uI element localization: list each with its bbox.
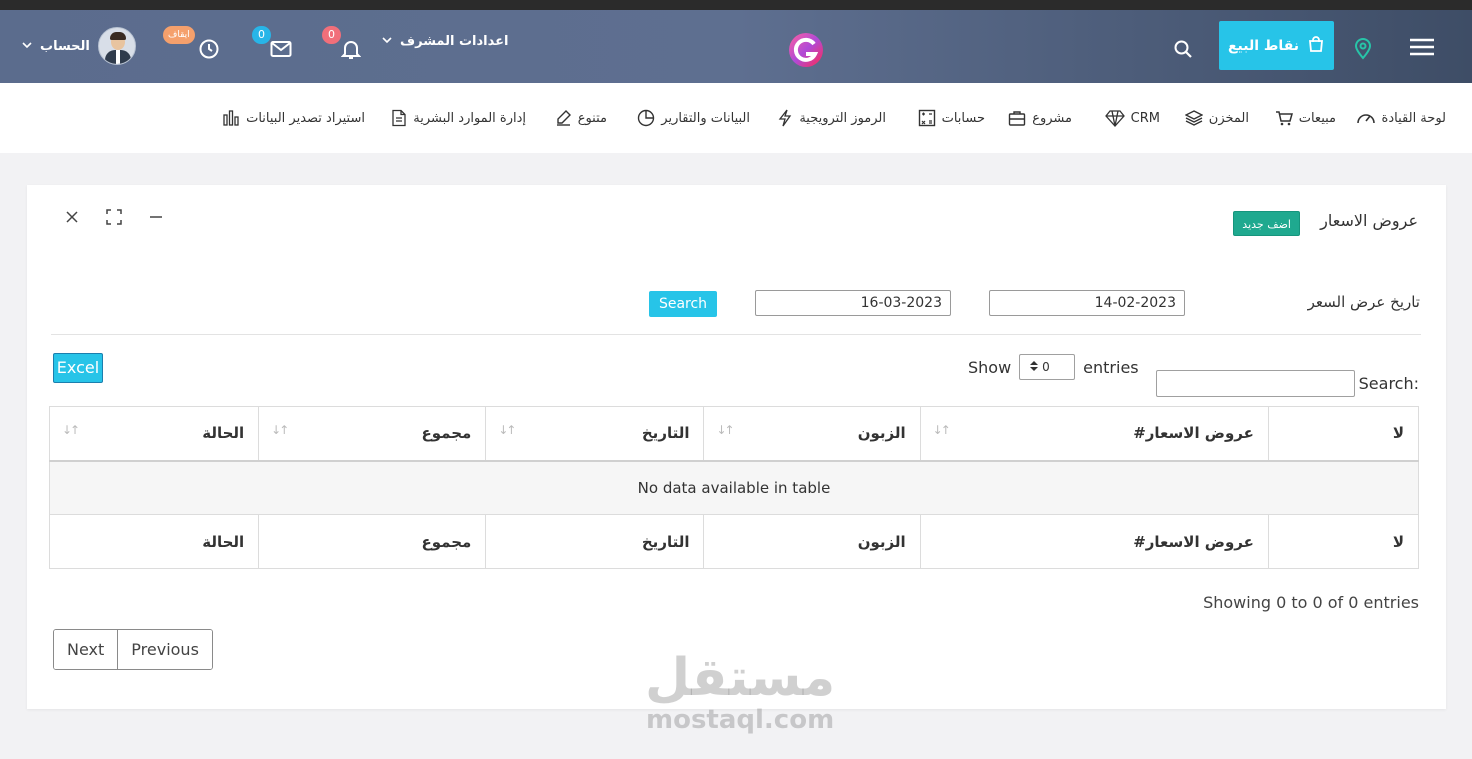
menu-item-label: مشروع: [1032, 110, 1072, 126]
column-header-status[interactable]: الحالة ↑↓: [48, 406, 260, 462]
page-length-control: Show 0 entries: [968, 354, 1139, 380]
menu-item-misc[interactable]: متنوع: [554, 107, 607, 129]
menu-item-label: المخزن: [1208, 110, 1249, 126]
avatar[interactable]: [97, 27, 136, 65]
top-navbar: الحساب ايقاف 0 0 اعدادات المشرف نقاط الب…: [0, 10, 1472, 83]
quotations-table: لا عروض الاسعار# ↑↓ الزبون ↑↓ التاريخ ↑↓ مج…: [48, 406, 1420, 569]
mail-icon[interactable]: [266, 34, 296, 64]
close-icon[interactable]: [62, 207, 82, 227]
menu-item-dashboard[interactable]: لوحة القيادة: [1356, 107, 1446, 129]
column-header-quote-number[interactable]: عروض الاسعار# ↑↓: [919, 406, 1269, 462]
main-menu: لوحة القيادة مبيعات المخزن CRM مشروع حسا…: [0, 83, 1472, 153]
location-pin-icon[interactable]: [1348, 34, 1378, 64]
sort-icon: ↑↓: [271, 423, 289, 437]
page-title: عروض الاسعار: [1320, 211, 1418, 230]
menu-item-label: مبيعات: [1298, 110, 1336, 126]
table-row: No data available in table: [49, 460, 1419, 515]
pos-label: نقاط البيع: [1227, 37, 1300, 54]
pagination: Next Previous: [53, 629, 213, 670]
shopping-bag-icon: [1307, 35, 1325, 57]
menu-item-label: لوحة القيادة: [1381, 110, 1446, 126]
menu-item-label: استيراد تصدير البيانات: [246, 110, 365, 126]
table-header-row: لا عروض الاسعار# ↑↓ الزبون ↑↓ التاريخ ↑↓ مج…: [48, 406, 1420, 462]
admin-settings-label: اعدادات المشرف: [400, 34, 509, 49]
watermark: مستقل mostaql.com: [645, 650, 835, 734]
pause-badge: ايقاف: [163, 26, 195, 44]
add-new-button[interactable]: اضف جديد: [1233, 211, 1300, 236]
column-footer-customer: الزبون: [703, 514, 921, 569]
app-logo[interactable]: [786, 30, 826, 70]
account-label: الحساب: [40, 38, 90, 54]
page-length-value: 0: [1042, 360, 1050, 374]
date-to-input[interactable]: 16-03-2023: [755, 290, 951, 316]
window-top-strip: [0, 0, 1472, 10]
sort-icon: ↑↓: [932, 423, 951, 437]
watermark-latin: mostaql.com: [646, 705, 835, 735]
chevron-down-icon: [22, 39, 32, 54]
entries-label: entries: [1083, 357, 1139, 377]
column-header-customer[interactable]: الزبون ↑↓: [703, 406, 921, 462]
fullscreen-icon[interactable]: [104, 207, 124, 227]
menu-item-label: الرموز الترويجية: [799, 110, 886, 126]
menu-item-label: حسابات: [941, 110, 985, 126]
bell-icon[interactable]: [336, 34, 366, 64]
menu-item-accounts[interactable]: حسابات: [918, 107, 985, 129]
admin-settings-menu[interactable]: اعدادات المشرف: [382, 34, 509, 49]
sort-icon: ↑↓: [716, 423, 734, 437]
menu-item-crm[interactable]: CRM: [1104, 107, 1160, 129]
quote-date-label: تاريخ عرض السعر: [1307, 293, 1420, 311]
menu-item-label: CRM: [1130, 110, 1160, 126]
sort-icon: ↑↓: [498, 423, 516, 437]
table-search-input[interactable]: [1155, 370, 1355, 397]
column-header-no[interactable]: لا: [1267, 406, 1420, 462]
menu-item-data-reports[interactable]: البيانات والتقارير: [637, 107, 750, 129]
search-icon[interactable]: [1168, 34, 1198, 64]
page-length-select[interactable]: 0: [1019, 354, 1076, 380]
divider: [51, 334, 1421, 335]
watermark-arabic: مستقل: [645, 648, 836, 708]
chevron-down-icon: [382, 34, 392, 49]
column-header-total[interactable]: مجموع ↑↓: [258, 406, 487, 462]
column-header-date[interactable]: التاريخ ↑↓: [485, 406, 705, 462]
column-footer-total: مجموع: [258, 514, 487, 569]
date-from-input[interactable]: 14-02-2023: [989, 290, 1185, 316]
show-label: Show: [968, 357, 1012, 377]
quotations-card: عروض الاسعار اضف جديد تاريخ عرض السعر 14…: [27, 185, 1446, 709]
empty-table-message: No data available in table: [49, 460, 1419, 515]
menu-toggle-icon[interactable]: [1407, 32, 1437, 62]
filter-search-button[interactable]: Search: [649, 291, 717, 317]
menu-item-hr[interactable]: إدارة الموارد البشرية: [391, 107, 526, 129]
column-footer-quote-number: عروض الاسعار#: [919, 514, 1269, 569]
table-info: Showing 0 to 0 of 0 entries: [1203, 593, 1419, 612]
table-search-label: Search:: [1358, 374, 1419, 393]
menu-item-promo-codes[interactable]: الرموز الترويجية: [777, 107, 886, 129]
menu-item-import-export[interactable]: استيراد تصدير البيانات: [222, 107, 365, 129]
point-of-sale-button[interactable]: نقاط البيع: [1219, 21, 1334, 70]
table-footer-row: لا عروض الاسعار# الزبون التاريخ مجموع ال…: [48, 514, 1420, 569]
column-footer-status: الحالة: [48, 514, 260, 569]
account-menu[interactable]: الحساب: [22, 27, 136, 65]
clock-icon[interactable]: [194, 34, 224, 64]
table-search: Search:: [1155, 370, 1419, 397]
menu-item-label: متنوع: [577, 110, 607, 126]
menu-item-label: إدارة الموارد البشرية: [413, 110, 526, 126]
menu-item-project[interactable]: مشروع: [1008, 107, 1072, 129]
column-footer-no: لا: [1267, 514, 1420, 569]
next-page-button[interactable]: Next: [54, 630, 118, 669]
sort-arrows-icon: [1030, 360, 1039, 375]
previous-page-button[interactable]: Previous: [117, 630, 212, 669]
excel-export-button[interactable]: Excel: [53, 353, 103, 383]
minimize-icon[interactable]: [146, 207, 166, 227]
menu-item-sales[interactable]: مبيعات: [1275, 107, 1336, 129]
menu-item-warehouse[interactable]: المخزن: [1184, 107, 1249, 129]
column-footer-date: التاريخ: [485, 514, 705, 569]
sort-icon: ↑↓: [62, 423, 80, 437]
menu-item-label: البيانات والتقارير: [661, 110, 750, 126]
